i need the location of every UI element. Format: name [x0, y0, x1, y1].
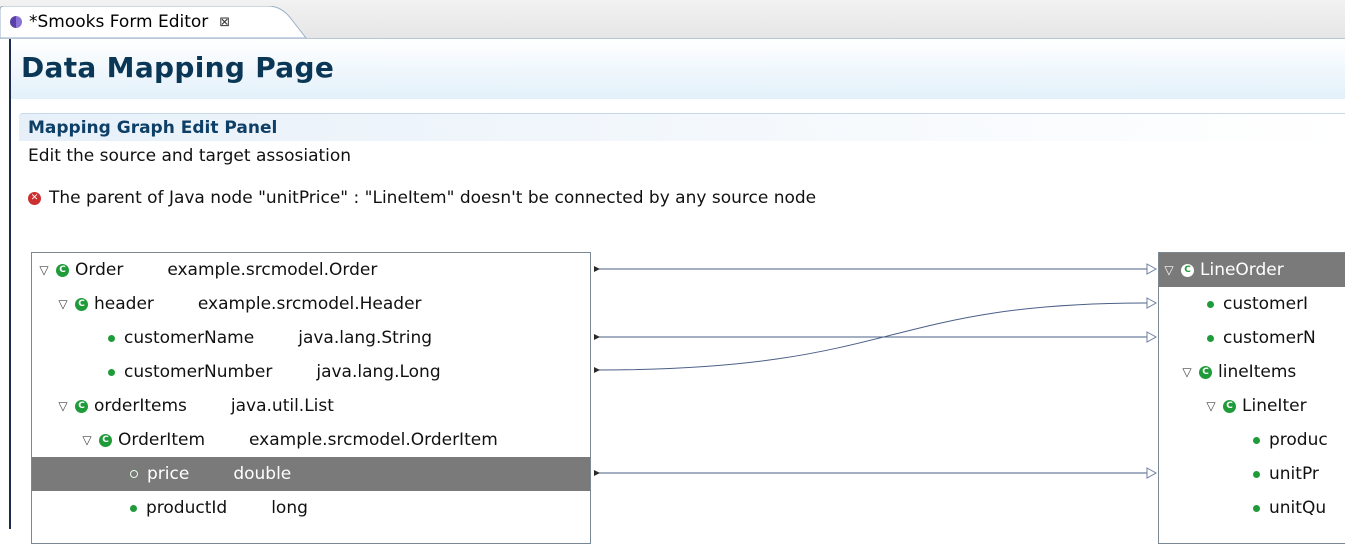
node-type: java.lang.String — [298, 328, 433, 348]
field-icon — [130, 470, 138, 478]
node-name: customerI — [1223, 294, 1309, 314]
chevron-down-icon[interactable]: ▽ — [38, 263, 50, 277]
connection-customernumber[interactable] — [596, 302, 1148, 371]
tree-row-price[interactable]: price double — [32, 457, 590, 491]
section-header[interactable]: Mapping Graph Edit Panel — [19, 113, 1345, 141]
field-icon — [130, 504, 137, 512]
node-type: example.srcmodel.OrderItem — [249, 430, 498, 450]
class-icon: C — [56, 263, 69, 277]
tree-row-product[interactable]: produc — [1159, 423, 1345, 457]
page-title: Data Mapping Page — [21, 51, 335, 84]
tree-row-order-item[interactable]: ▽ C OrderItem example.srcmodel.OrderItem — [32, 423, 590, 457]
form-left-border — [9, 99, 11, 529]
error-message-text: The parent of Java node "unitPrice" : "L… — [49, 188, 817, 208]
section-title: Mapping Graph Edit Panel — [28, 118, 278, 138]
connection-source-anchor — [594, 266, 600, 272]
class-icon: C — [75, 297, 88, 311]
tree-row-customer-n[interactable]: customerN — [1159, 321, 1345, 355]
node-name: unitPr — [1269, 464, 1319, 484]
node-name: OrderItem — [118, 430, 206, 450]
tree-row-line-order[interactable]: ▽ C LineOrder — [1159, 253, 1345, 287]
node-type: long — [271, 498, 308, 518]
editor-tab-bar: *Smooks Form Editor ⊠ — [0, 0, 1345, 39]
node-name: price — [147, 464, 190, 484]
editor-tab-content: *Smooks Form Editor ⊠ — [10, 6, 230, 38]
tree-row-order-items[interactable]: ▽ C orderItems java.util.List — [32, 389, 590, 423]
class-icon: C — [1181, 263, 1194, 277]
connection-source-anchor — [594, 470, 600, 476]
arrow-head-icon — [1146, 263, 1158, 275]
tree-row-line-items[interactable]: ▽ C lineItems — [1159, 355, 1345, 389]
arrow-head-icon — [1146, 331, 1158, 343]
node-type: double — [233, 464, 292, 484]
class-icon: C — [75, 399, 88, 413]
tree-row-order[interactable]: ▽ C Order example.srcmodel.Order — [32, 253, 590, 287]
field-icon — [1207, 300, 1214, 308]
chevron-down-icon[interactable]: ▽ — [57, 399, 69, 413]
field-icon — [108, 368, 115, 376]
page-header: Data Mapping Page — [9, 39, 1345, 99]
node-type: example.srcmodel.Header — [197, 294, 422, 314]
field-icon — [1253, 436, 1260, 444]
tree-row-header[interactable]: ▽ C header example.srcmodel.Header — [32, 287, 590, 321]
close-icon[interactable]: ⊠ — [219, 15, 230, 30]
chevron-down-icon[interactable]: ▽ — [1205, 399, 1217, 413]
tree-row-product-id[interactable]: productId long — [32, 491, 590, 525]
node-name: customerNumber — [124, 362, 273, 382]
chevron-down-icon[interactable]: ▽ — [57, 297, 69, 311]
node-name: LineOrder — [1200, 260, 1284, 280]
source-tree[interactable]: ▽ C Order example.srcmodel.Order ▽ C hea… — [31, 252, 591, 544]
chevron-down-icon[interactable]: ▽ — [81, 433, 93, 447]
node-name: LineIter — [1242, 396, 1307, 416]
tree-row-line-item[interactable]: ▽ C LineIter — [1159, 389, 1345, 423]
target-tree[interactable]: ▽ C LineOrder customerI customerN ▽ C li… — [1158, 252, 1345, 544]
connection-source-anchor — [594, 334, 600, 340]
arrow-head-icon — [1146, 297, 1158, 309]
class-icon: C — [1199, 365, 1212, 379]
field-icon — [1253, 470, 1260, 478]
editor-tab-title: *Smooks Form Editor — [29, 12, 209, 32]
connection-source-anchor — [594, 367, 600, 373]
chevron-down-icon[interactable]: ▽ — [1181, 365, 1193, 379]
tree-row-unit-price[interactable]: unitPr — [1159, 457, 1345, 491]
node-name: produc — [1269, 430, 1328, 450]
field-icon — [108, 334, 115, 342]
editor-tab[interactable]: *Smooks Form Editor ⊠ — [0, 6, 318, 38]
chevron-down-icon[interactable]: ▽ — [1163, 263, 1175, 277]
smooks-editor-icon — [10, 16, 22, 28]
class-icon: C — [1223, 399, 1236, 413]
node-name: Order — [75, 260, 124, 280]
arrow-head-icon — [1146, 467, 1158, 479]
tree-row-customer-i[interactable]: customerI — [1159, 287, 1345, 321]
node-type: java.lang.Long — [316, 362, 441, 382]
error-icon: ✕ — [28, 191, 41, 205]
node-name: customerN — [1223, 328, 1316, 348]
tree-row-customer-number[interactable]: customerNumber java.lang.Long — [32, 355, 590, 389]
class-icon: C — [99, 433, 112, 447]
field-icon — [1253, 504, 1260, 512]
tree-row-customer-name[interactable]: customerName java.lang.String — [32, 321, 590, 355]
node-name: lineItems — [1218, 362, 1297, 382]
node-name: orderItems — [94, 396, 187, 416]
field-icon — [1207, 334, 1214, 342]
error-message: ✕ The parent of Java node "unitPrice" : … — [28, 188, 816, 208]
node-name: unitQu — [1269, 498, 1327, 518]
tree-row-unit-quantity[interactable]: unitQu — [1159, 491, 1345, 525]
section-description: Edit the source and target assosiation — [28, 146, 352, 166]
node-name: header — [94, 294, 154, 314]
node-name: customerName — [124, 328, 255, 348]
node-type: example.srcmodel.Order — [167, 260, 378, 280]
node-type: java.util.List — [230, 396, 334, 416]
node-name: productId — [146, 498, 228, 518]
